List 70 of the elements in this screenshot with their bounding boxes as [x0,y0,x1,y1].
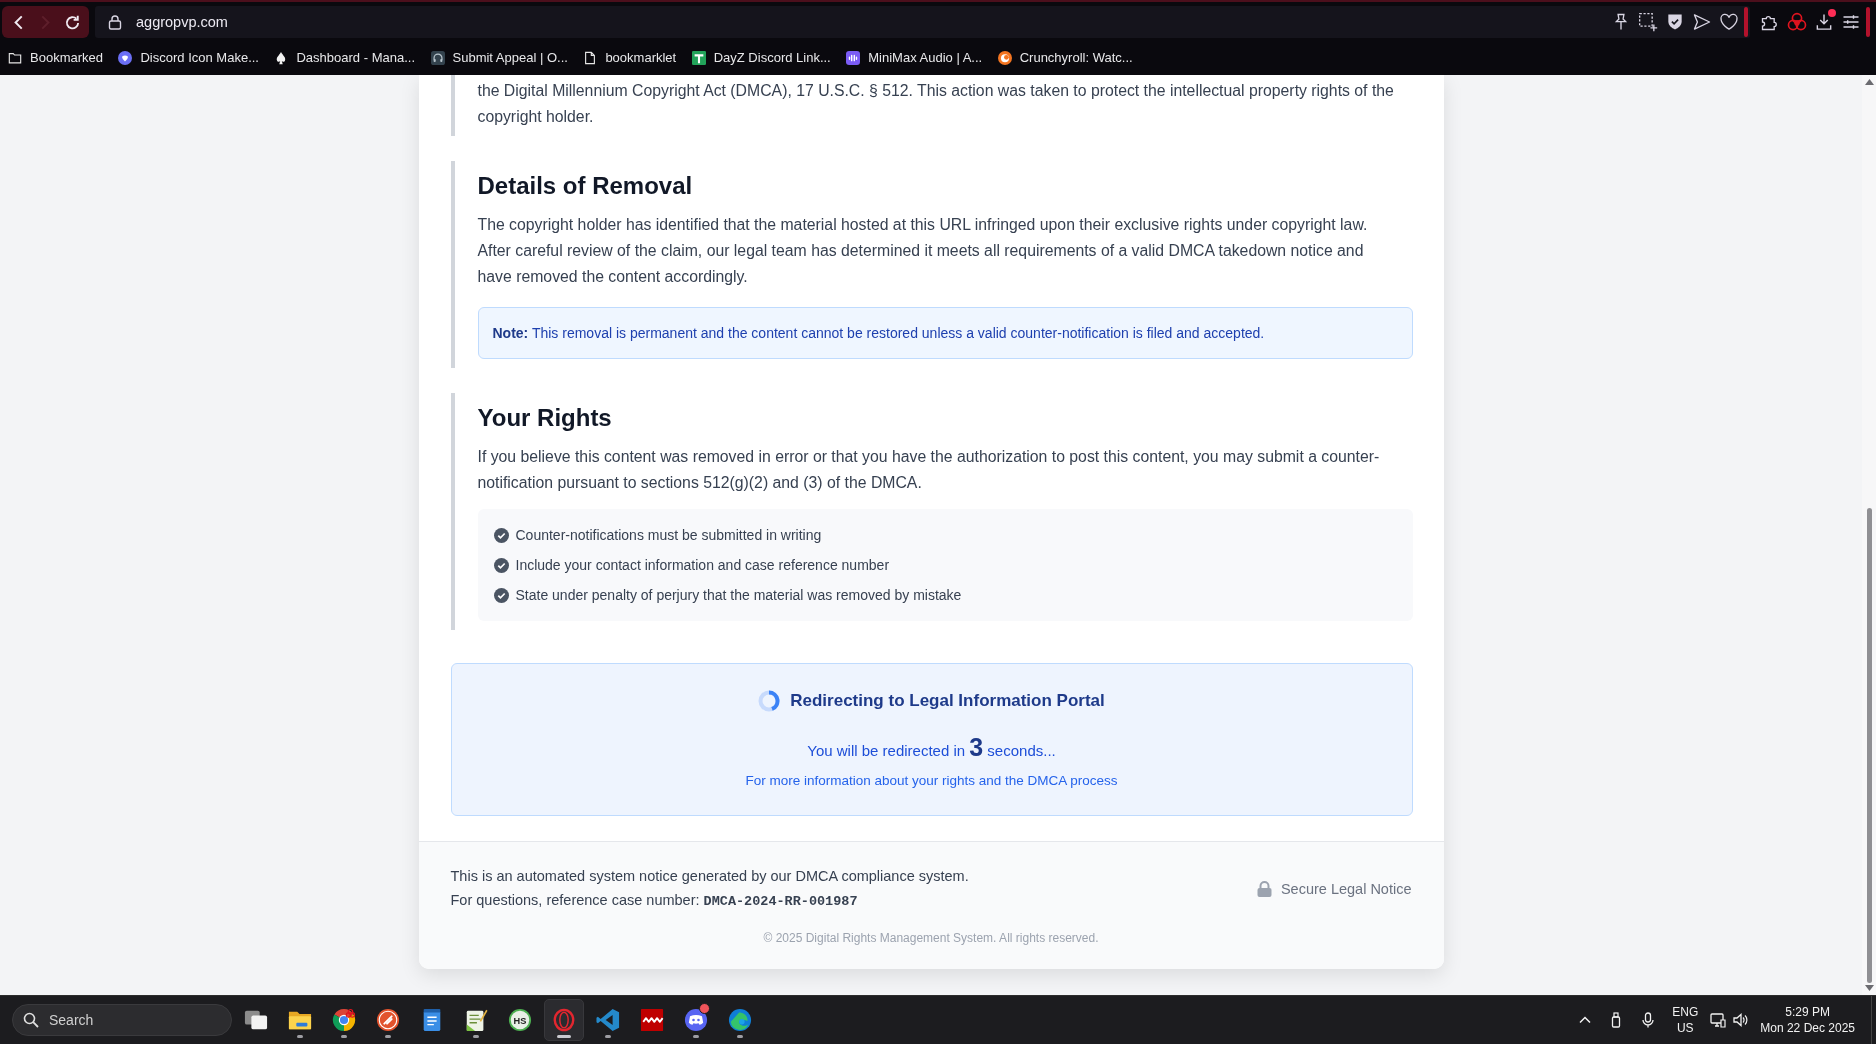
bookmark[interactable]: bookmarklet [583,45,677,70]
address-bar[interactable]: aggropvp.com [95,6,1750,38]
folder-icon [8,50,22,65]
scrollbar-thumb[interactable] [1866,508,1872,983]
lock-icon [107,14,123,30]
letter-badge-icon: HS [508,1008,532,1032]
send-icon [1692,12,1712,32]
bookmark[interactable]: DayZ Discord Link... [691,45,831,70]
headset-icon [430,50,445,65]
ring-icon [552,1008,576,1032]
menu-icon [1841,12,1861,32]
lock-icon [1256,881,1272,897]
bookmark[interactable]: Discord Icon Make... [118,45,259,70]
paragraph: the Digital Millennium Copyright Act (DMCA), 17 U.S.C. § 512. This action was taken to protect the intellectual property rights of the copyright holder. [477,81,1395,127]
secure-notice-label: Secure Legal Notice [1280,881,1412,897]
bookmark[interactable]: Submit Appeal | O... [430,45,568,70]
taskbar-app[interactable] [544,999,584,1041]
check-circle-icon [493,527,509,543]
clock[interactable]: 5:29 PM Mon 22 Dec 2025 [1752,1000,1865,1040]
search-icon [23,1012,39,1028]
scrollbar[interactable] [1862,75,1876,995]
network-icon [1710,1012,1727,1028]
check-circle-icon [493,587,509,603]
language-indicator[interactable]: ENG US [1664,1000,1707,1040]
screenshot-icon [1638,12,1658,32]
copyright-text: © 2025 Digital Rights Management System. All rights reserved. [762,930,1100,947]
document-icon [464,1008,488,1032]
url-text: aggropvp.com [136,14,228,30]
redirect-title: Redirecting to Legal Information Portal [790,691,1105,711]
checklist-item: State under penalty of perjury that the material was removed by mistake [515,587,962,603]
footer-notice: This is an automated system notice generated by our DMCA compliance system. [450,867,969,886]
ribbon-logo-icon [596,1008,620,1032]
countdown-text: You will be redirected in 3 seconds... [807,732,1056,763]
controller-disc-icon [684,1008,708,1032]
zigzag-tile-icon [640,1008,664,1032]
section-heading: Details of Removal [477,171,694,201]
cross-tile-icon [691,50,706,65]
slash-disc-icon [376,1008,400,1032]
search-placeholder: Search [49,1012,94,1028]
bookmark[interactable]: Bookmarked [8,45,103,70]
bookmark[interactable]: MiniMax Audio | A... [846,45,983,70]
check-circle-icon [493,557,509,573]
paragraph: The copyright holder has identified that the material hosted at this URL infringed upon their exclusive rights under copyright law. After careful review of the claim, our legal team has determined it meets all requirements of a valid DMCA takedown notice and have removed the content accordingly. [477,215,1369,287]
checklist-item: Counter-notifications must be submitted in writing [515,527,822,543]
spinner-icon [758,690,781,712]
heart-icon [1719,12,1739,32]
crescent-disc-icon [997,50,1012,65]
note-text: Note: This removal is permanent and the content cannot be restored unless a valid counter-notification is filed and accepted. [477,307,1413,359]
search-field[interactable]: Search [12,1004,232,1036]
case-reference: For questions, reference case number: DMCA-2024-RR-001987 [450,891,859,911]
segmented-ball-icon [332,1008,356,1032]
scroll-up-icon[interactable] [1864,79,1874,85]
download-icon [1814,12,1834,32]
paragraph: If you believe this content was removed in error or that you have the authorization to post this content, you may submit a counter-notification pursuant to sections 512(g)(2) and (3) of the DMCA. [477,447,1381,493]
microphone-icon [1640,1012,1657,1028]
taskbar-app[interactable]: HS [500,999,540,1041]
disc-logo-icon [118,50,133,65]
bookmark[interactable]: Crunchyroll: Watc... [997,45,1133,70]
biohazard-icon [1787,12,1807,32]
checklist-item: Include your contact information and case reference number [515,557,890,573]
bookmark[interactable]: Dashboard - Mana... [274,45,415,70]
wave-tile-icon [846,50,861,65]
windows-stack-icon [244,1008,268,1032]
scroll-down-icon[interactable] [1864,985,1874,991]
swirl-icon [728,1008,752,1032]
shield-check-icon [1665,12,1685,32]
volume-icon [1732,1012,1749,1028]
section-heading: Your Rights [477,403,613,433]
info-link[interactable]: For more information about your rights and the DMCA process [745,771,1118,791]
page-icon [583,50,598,65]
